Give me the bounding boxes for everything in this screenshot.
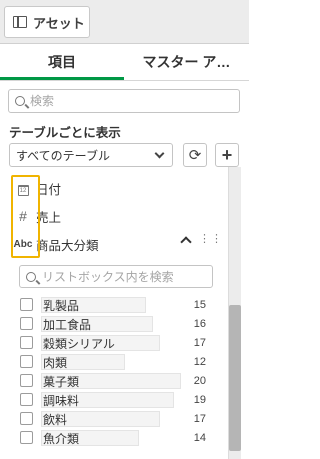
checkbox[interactable] [20, 355, 33, 368]
list-item[interactable]: 調味料 19 [19, 391, 209, 409]
list-item[interactable]: 加工食品 16 [19, 315, 209, 333]
item-label: 穀類シリアル [43, 336, 115, 351]
search-input[interactable] [30, 94, 220, 108]
assets-label: アセット [33, 15, 85, 31]
item-count: 17 [193, 337, 206, 349]
list-item[interactable]: 乳製品 15 [19, 296, 209, 314]
scrollbar-thumb[interactable] [229, 305, 241, 451]
item-label: 調味料 [43, 393, 80, 408]
checkbox[interactable] [20, 336, 33, 349]
item-count: 15 [193, 299, 206, 311]
item-count: 14 [193, 432, 206, 444]
assets-button[interactable]: アセット [4, 6, 90, 38]
checkbox[interactable] [20, 317, 33, 330]
listbox-search-input[interactable] [42, 269, 202, 284]
list-item[interactable]: 菓子類 20 [19, 372, 209, 390]
refresh-button[interactable]: ⟳ [183, 143, 207, 167]
search-box[interactable] [8, 89, 240, 113]
drag-handle-icon[interactable]: ⋮⋮ [199, 234, 223, 245]
checkbox[interactable] [20, 412, 33, 425]
list-item[interactable]: 魚介類 14 [19, 429, 209, 447]
item-label: 乳製品 [43, 298, 80, 313]
tab-divider [0, 80, 249, 81]
checkbox[interactable] [20, 393, 33, 406]
listbox-search[interactable] [19, 265, 213, 288]
chevron-down-icon [154, 148, 165, 159]
item-count: 12 [193, 356, 206, 368]
field-label: 商品大分類 [36, 238, 99, 253]
item-label: 魚介類 [43, 431, 80, 446]
top-toolbar: アセット [0, 0, 249, 44]
table-dropdown[interactable]: すべてのテーブル [9, 143, 173, 167]
add-button[interactable]: + [215, 143, 239, 167]
section-title: テーブルごとに表示 [9, 126, 121, 140]
tab-fields[interactable]: 項目 [0, 44, 124, 80]
search-icon [26, 271, 36, 282]
item-count: 16 [193, 318, 206, 330]
panel-icon [13, 16, 27, 28]
tab-master-items[interactable]: マスター ア… [124, 44, 249, 80]
table-dropdown-value: すべてのテーブル [16, 148, 110, 163]
item-label: 加工食品 [43, 317, 92, 332]
plus-icon: + [221, 144, 233, 165]
item-count: 19 [193, 394, 206, 406]
list-item[interactable]: 飲料 17 [19, 410, 209, 428]
item-label: 肉類 [43, 355, 68, 370]
refresh-icon: ⟳ [188, 147, 202, 164]
checkbox[interactable] [20, 431, 33, 444]
item-count: 17 [193, 413, 206, 425]
checkbox[interactable] [20, 298, 33, 311]
tab-bar: 項目 マスター ア… [0, 44, 249, 80]
list-item[interactable]: 穀類シリアル 17 [19, 334, 209, 352]
item-count: 20 [193, 375, 206, 387]
type-icons-highlight [11, 175, 40, 258]
item-label: 飲料 [43, 412, 68, 427]
list-item[interactable]: 肉類 12 [19, 353, 209, 371]
item-label: 菓子類 [43, 374, 80, 389]
search-icon [15, 96, 25, 106]
checkbox[interactable] [20, 374, 33, 387]
